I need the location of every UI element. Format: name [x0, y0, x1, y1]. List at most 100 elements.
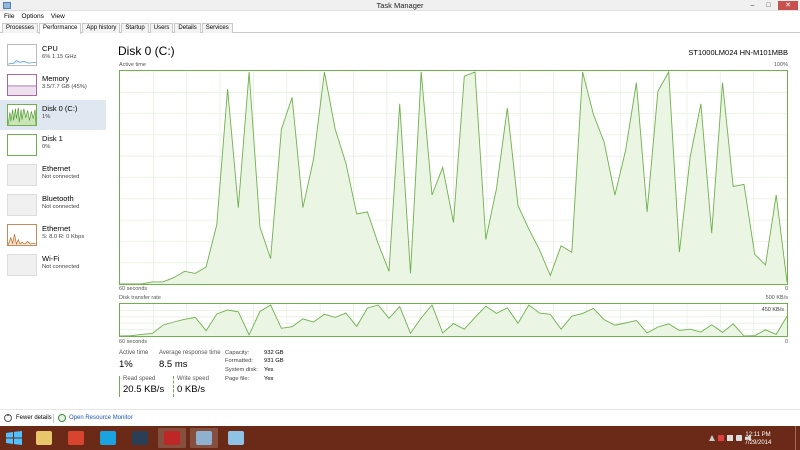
taskbar-button[interactable]	[126, 428, 154, 448]
cpu-thumbnail-graph	[7, 44, 37, 66]
steam-icon	[132, 431, 148, 445]
page-file-label: Page file:	[225, 376, 250, 382]
sidebar-sub: 6% 1.15 GHz	[42, 54, 77, 60]
taskbar-button[interactable]	[94, 428, 122, 448]
sidebar-item-wifi[interactable]: Wi-Fi Not connected	[0, 250, 106, 280]
write-speed-indicator	[173, 376, 174, 397]
resource-monitor-icon[interactable]	[58, 414, 66, 422]
clock-time[interactable]: 12:11 PM	[738, 432, 778, 438]
menu-file[interactable]: File	[4, 13, 14, 20]
read-speed-value: 20.5 KB/s	[123, 384, 165, 395]
show-desktop-button[interactable]	[795, 426, 800, 450]
sidebar-label: Ethernet	[42, 224, 71, 233]
tab-users[interactable]: Users	[149, 23, 174, 33]
tab-details[interactable]: Details	[174, 23, 201, 33]
avg-response-value: 8.5 ms	[159, 359, 188, 370]
page-file-value: Yes	[264, 376, 274, 382]
sidebar-label: Bluetooth	[42, 194, 74, 203]
taskbar-button[interactable]	[62, 428, 90, 448]
write-speed-label: Write speed	[177, 376, 209, 382]
active-time-stat-value: 1%	[119, 359, 133, 370]
taskbar-button[interactable]	[222, 428, 250, 448]
taskbar-button[interactable]	[190, 428, 218, 448]
maximize-button[interactable]: □	[762, 1, 775, 10]
transfer-graph-label: Disk transfer rate	[119, 295, 161, 301]
active-time-graph-zero: 0	[784, 286, 788, 292]
taskbar: 12:11 PM 7/29/2014	[0, 426, 800, 450]
sidebar-item-disk1[interactable]: Disk 1 0%	[0, 130, 106, 160]
tab-app-history[interactable]: App history	[82, 23, 121, 33]
network-icon[interactable]	[727, 435, 733, 441]
chrome-icon	[68, 431, 84, 445]
sidebar-sub: Not connected	[42, 174, 80, 180]
sidebar-sub: 1%	[42, 114, 51, 120]
windows-start-icon[interactable]	[6, 431, 22, 445]
bluetooth-thumbnail-graph	[7, 194, 37, 216]
disk1-thumbnail-graph	[7, 134, 37, 156]
minimize-button[interactable]: –	[746, 1, 759, 10]
capacity-value: 932 GB	[264, 350, 284, 356]
tab-performance[interactable]: Performance	[39, 23, 82, 34]
sidebar-label: Ethernet	[42, 164, 71, 173]
capacity-label: Capacity:	[225, 350, 250, 356]
open-resource-monitor-link[interactable]: Open Resource Monitor	[69, 415, 133, 421]
sidebar-label: Disk 0 (C:)	[42, 104, 78, 113]
page-title: Disk 0 (C:)	[118, 44, 175, 58]
sidebar-item-memory[interactable]: Memory 3.5/7.7 GB (45%)	[0, 70, 106, 100]
action-center-flag-icon[interactable]	[718, 435, 724, 441]
show-hidden-icons-icon[interactable]	[709, 435, 715, 441]
title-bar: Task Manager – □ ✕	[0, 0, 800, 11]
write-speed-value: 0 KB/s	[177, 384, 205, 395]
formatted-label: Formatted:	[225, 358, 254, 364]
transfer-rate-chart	[120, 304, 787, 336]
taskbar-button[interactable]	[158, 428, 186, 448]
sidebar-item-bluetooth[interactable]: Bluetooth Not connected	[0, 190, 106, 220]
close-button[interactable]: ✕	[778, 1, 798, 10]
sidebar-sub: 3.5/7.7 GB (45%)	[42, 84, 87, 90]
ethernet-thumbnail-graph	[7, 164, 37, 186]
sidebar-label: Disk 1	[42, 134, 63, 143]
active-time-graph-max: 100%	[773, 62, 788, 68]
tab-startup[interactable]: Startup	[121, 23, 149, 33]
footer-bar: ⌃ Fewer details Open Resource Monitor	[0, 409, 800, 426]
menu-options[interactable]: Options	[21, 13, 43, 20]
clock-date[interactable]: 7/29/2014	[738, 440, 778, 446]
transfer-rate-graph: 450 KB/s	[119, 303, 788, 337]
taskbar-button[interactable]	[30, 428, 58, 448]
sidebar-label: CPU	[42, 44, 58, 53]
formatted-value: 931 GB	[264, 358, 284, 364]
active-time-stat-label: Active time	[119, 350, 149, 356]
sidebar-item-cpu[interactable]: CPU 6% 1.15 GHz	[0, 40, 106, 70]
sidebar-item-ethernet-2[interactable]: Ethernet S: 8.0 R: 0 Kbps	[0, 220, 106, 250]
sidebar-label: Wi-Fi	[42, 254, 60, 263]
sidebar-item-ethernet[interactable]: Ethernet Not connected	[0, 160, 106, 190]
active-time-graph	[119, 70, 788, 285]
active-time-chart	[120, 71, 787, 284]
read-speed-indicator	[119, 376, 120, 397]
tab-services[interactable]: Services	[201, 23, 233, 33]
sidebar-item-disk0[interactable]: Disk 0 (C:) 1%	[0, 100, 106, 130]
transfer-graph-max: 500 KB/s	[765, 295, 788, 301]
memory-thumbnail-graph	[7, 74, 37, 96]
transfer-graph-inner-max: 450 KB/s	[761, 307, 784, 313]
transfer-graph-zero: 0	[784, 339, 788, 345]
menu-view[interactable]: View	[51, 13, 65, 20]
active-time-graph-label: Active time	[119, 62, 146, 68]
system-disk-label: System disk:	[225, 367, 258, 373]
chevron-up-icon[interactable]: ⌃	[4, 414, 12, 422]
ethernet2-thumbnail-graph	[7, 224, 37, 246]
resource-sidebar: CPU 6% 1.15 GHz Memory 3.5/7.7 GB (45%) …	[0, 40, 106, 280]
system-disk-value: Yes	[264, 367, 274, 373]
disk0-thumbnail-graph	[7, 104, 37, 126]
skype-icon	[100, 431, 116, 445]
tab-processes[interactable]: Processes	[2, 23, 39, 33]
file-explorer-icon	[36, 431, 52, 445]
disk-model: ST1000LM024 HN-M101MBB	[688, 48, 788, 57]
sidebar-sub: 0%	[42, 144, 51, 150]
sidebar-label: Memory	[42, 74, 70, 83]
wifi-thumbnail-graph	[7, 254, 37, 276]
menu-bar: File Options View	[0, 11, 800, 22]
sidebar-sub: S: 8.0 R: 0 Kbps	[42, 234, 85, 240]
fewer-details-link[interactable]: Fewer details	[16, 415, 52, 421]
read-speed-label: Read speed	[123, 376, 156, 382]
